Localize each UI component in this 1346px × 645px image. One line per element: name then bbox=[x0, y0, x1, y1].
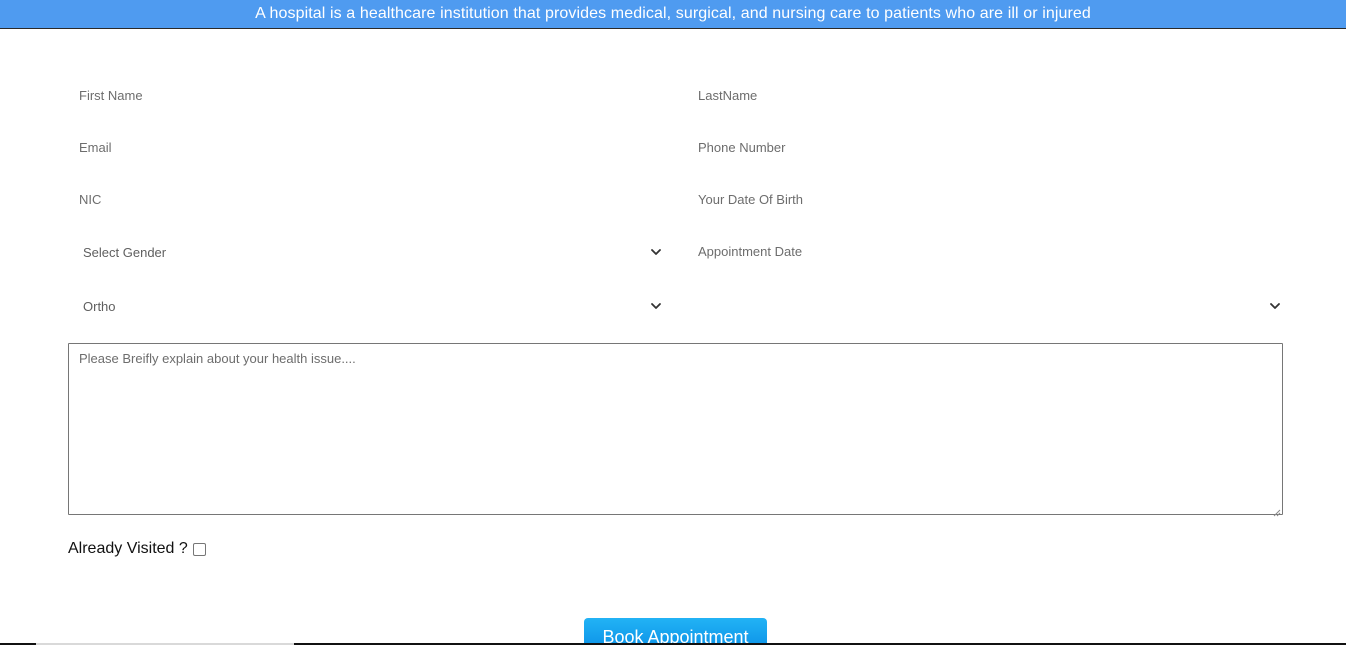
phone-number-placeholder: Phone Number bbox=[698, 139, 786, 155]
chevron-down-icon bbox=[649, 299, 663, 313]
nic-placeholder: NIC bbox=[79, 191, 102, 207]
appointment-date-placeholder: Appointment Date bbox=[698, 243, 803, 259]
chevron-down-icon bbox=[1268, 299, 1282, 313]
book-appointment-button[interactable]: Book Appointment bbox=[584, 618, 767, 645]
department-select[interactable]: Ortho bbox=[67, 289, 667, 323]
health-issue-placeholder: Please Breifly explain about your health… bbox=[79, 351, 356, 366]
doctor-select[interactable] bbox=[686, 289, 1286, 323]
gender-select-value: Select Gender bbox=[83, 244, 167, 260]
chevron-down-icon bbox=[649, 245, 663, 259]
nic-field[interactable]: NIC bbox=[67, 182, 667, 216]
last-name-placeholder: LastName bbox=[698, 87, 758, 103]
appointment-date-field[interactable]: Appointment Date bbox=[686, 234, 1286, 268]
email-field[interactable]: Email bbox=[67, 130, 667, 164]
email-placeholder: Email bbox=[79, 139, 112, 155]
phone-number-field[interactable]: Phone Number bbox=[686, 130, 1286, 164]
resize-grip-icon[interactable] bbox=[1272, 504, 1281, 517]
first-name-field[interactable]: First Name bbox=[67, 78, 667, 112]
date-of-birth-placeholder: Your Date Of Birth bbox=[698, 191, 804, 207]
already-visited-checkbox[interactable] bbox=[192, 542, 206, 556]
already-visited-row: Already Visited ? bbox=[68, 538, 206, 560]
department-select-value: Ortho bbox=[83, 298, 116, 314]
gender-select[interactable]: Select Gender bbox=[67, 235, 667, 269]
health-issue-textarea[interactable]: Please Breifly explain about your health… bbox=[68, 343, 1283, 517]
top-banner: A hospital is a healthcare institution t… bbox=[0, 0, 1346, 29]
banner-text: A hospital is a healthcare institution t… bbox=[255, 5, 1091, 22]
already-visited-label: Already Visited ? bbox=[68, 540, 188, 557]
date-of-birth-field[interactable]: Your Date Of Birth bbox=[686, 182, 1286, 216]
first-name-placeholder: First Name bbox=[79, 87, 143, 103]
last-name-field[interactable]: LastName bbox=[686, 78, 1286, 112]
